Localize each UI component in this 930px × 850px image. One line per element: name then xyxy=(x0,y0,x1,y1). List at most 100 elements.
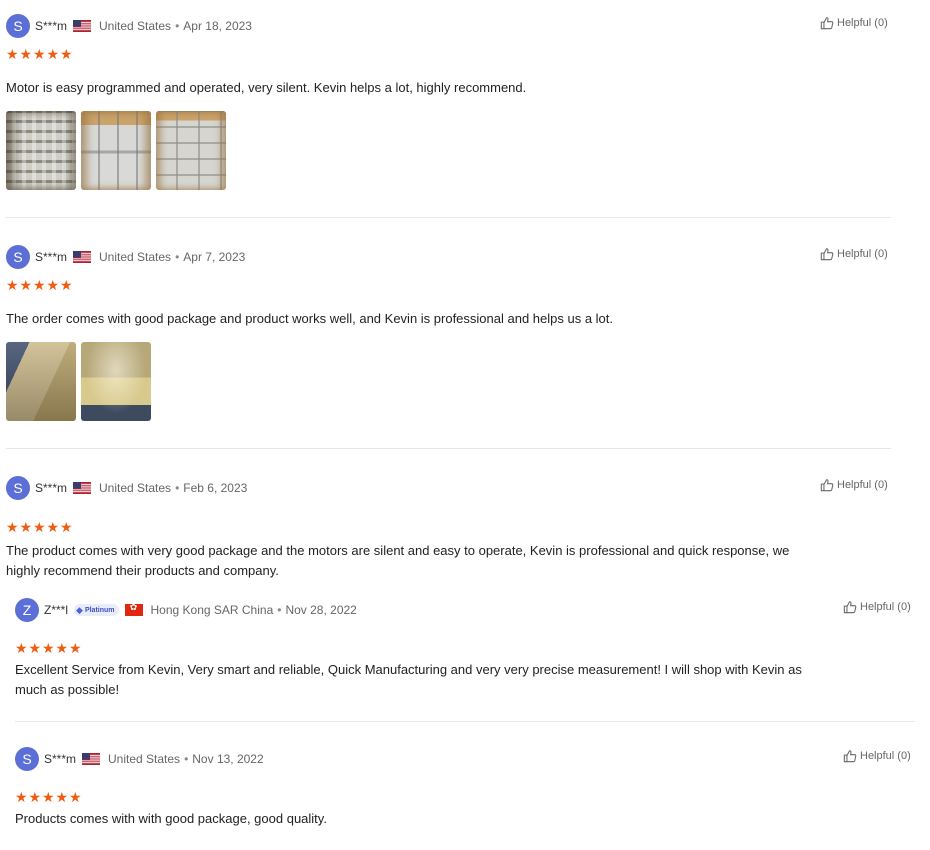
star-icon: ★ xyxy=(19,46,33,62)
review-text-line: much as possible! xyxy=(15,682,120,697)
helpful-button[interactable]: Helpful (0) xyxy=(820,16,888,30)
star-icon: ★ xyxy=(6,46,19,62)
reviewer-country: Hong Kong SAR China xyxy=(150,603,274,617)
separator: • xyxy=(277,603,282,617)
star-icon: ★ xyxy=(15,789,28,805)
review-date: Apr 18, 2023 xyxy=(183,19,252,33)
review-photo[interactable] xyxy=(81,111,151,190)
review-header: Z Z***l ◆ Platinum Hong Kong SAR China •… xyxy=(15,597,357,623)
platinum-badge: ◆ Platinum xyxy=(74,604,119,616)
reviewer-country: United States xyxy=(99,481,172,495)
star-icon: ★ xyxy=(46,519,60,535)
review-photos xyxy=(6,342,156,421)
reviewer-name: S***m xyxy=(35,19,68,33)
review-divider xyxy=(6,217,891,218)
avatar: S xyxy=(6,14,30,38)
diamond-icon: ◆ xyxy=(76,604,83,615)
badge-label: Platinum xyxy=(84,606,115,614)
hong-kong-flag-icon xyxy=(124,602,143,616)
star-icon: ★ xyxy=(60,46,73,62)
star-icon: ★ xyxy=(46,46,60,62)
review-text-line: highly recommend their products and comp… xyxy=(6,563,279,578)
star-rating: ★ ★ ★ ★ ★ xyxy=(15,640,83,656)
us-flag-icon xyxy=(82,753,101,765)
star-rating: ★ ★ ★ ★ ★ xyxy=(6,46,74,62)
star-icon: ★ xyxy=(15,640,28,656)
star-icon: ★ xyxy=(55,789,69,805)
reviewer-name: S***m xyxy=(35,250,68,264)
star-icon: ★ xyxy=(60,277,73,293)
helpful-button[interactable]: Helpful (0) xyxy=(843,600,911,614)
review-date: Feb 6, 2023 xyxy=(183,481,248,495)
review-header: S S***m United States • Apr 7, 2023 xyxy=(6,244,245,270)
review-text: Products comes with with good package, g… xyxy=(15,811,327,826)
us-flag-icon xyxy=(73,251,92,263)
review-card: S S***m United States • Feb 6, 2023 Help… xyxy=(6,475,890,585)
star-icon: ★ xyxy=(28,640,42,656)
star-icon: ★ xyxy=(42,789,55,805)
thumbs-up-icon xyxy=(820,479,834,492)
helpful-count: Helpful (0) xyxy=(837,479,888,491)
review-photo[interactable] xyxy=(6,342,76,421)
star-icon: ★ xyxy=(69,789,82,805)
star-icon: ★ xyxy=(42,640,55,656)
star-icon: ★ xyxy=(19,277,33,293)
reviewer-name: S***m xyxy=(44,752,77,766)
star-icon: ★ xyxy=(69,640,82,656)
review-photos xyxy=(6,111,231,190)
us-flag-icon xyxy=(73,20,92,32)
review-text: The order comes with good package and pr… xyxy=(6,311,614,326)
star-icon: ★ xyxy=(60,519,73,535)
star-rating: ★ ★ ★ ★ ★ xyxy=(6,277,74,293)
avatar: S xyxy=(15,747,39,771)
avatar: S xyxy=(6,245,30,269)
reviewer-name: Z***l xyxy=(44,603,69,617)
review-header: S S***m United States • Feb 6, 2023 xyxy=(6,475,247,501)
reviewer-name: S***m xyxy=(35,481,68,495)
review-photo[interactable] xyxy=(156,111,226,190)
review-date: Nov 28, 2022 xyxy=(285,603,357,617)
avatar: Z xyxy=(15,598,39,622)
review-text: Excellent Service from Kevin, Very smart… xyxy=(15,660,802,700)
star-icon: ★ xyxy=(33,46,46,62)
star-icon: ★ xyxy=(28,789,42,805)
separator: • xyxy=(175,250,180,264)
review-date: Apr 7, 2023 xyxy=(183,250,246,264)
review-card: S S***m United States • Apr 18, 2023 Hel… xyxy=(6,13,890,203)
separator: • xyxy=(184,752,189,766)
thumbs-up-icon xyxy=(843,601,857,614)
helpful-count: Helpful (0) xyxy=(860,601,911,613)
avatar: S xyxy=(6,476,30,500)
thumbs-up-icon xyxy=(843,750,857,763)
review-date: Nov 13, 2022 xyxy=(192,752,264,766)
star-rating: ★ ★ ★ ★ ★ xyxy=(6,519,74,535)
star-icon: ★ xyxy=(46,277,60,293)
reviewer-country: United States xyxy=(99,250,172,264)
thumbs-up-icon xyxy=(820,17,834,30)
thumbs-up-icon xyxy=(820,248,834,261)
review-divider xyxy=(6,448,891,449)
star-icon: ★ xyxy=(33,519,46,535)
helpful-count: Helpful (0) xyxy=(837,17,888,29)
review-header: S S***m United States • Nov 13, 2022 xyxy=(15,746,264,772)
star-icon: ★ xyxy=(19,519,33,535)
helpful-button[interactable]: Helpful (0) xyxy=(820,247,888,261)
helpful-button[interactable]: Helpful (0) xyxy=(843,749,911,763)
review-photo[interactable] xyxy=(81,342,151,421)
helpful-count: Helpful (0) xyxy=(860,750,911,762)
review-text: The product comes with very good package… xyxy=(6,541,789,581)
review-header: S S***m United States • Apr 18, 2023 xyxy=(6,13,252,39)
star-icon: ★ xyxy=(55,640,69,656)
review-divider xyxy=(15,721,915,722)
star-rating: ★ ★ ★ ★ ★ xyxy=(15,789,83,805)
review-card: S S***m United States • Apr 7, 2023 Help… xyxy=(6,244,890,434)
helpful-count: Helpful (0) xyxy=(837,248,888,260)
review-photo[interactable] xyxy=(6,111,76,190)
review-card: S S***m United States • Nov 13, 2022 Hel… xyxy=(15,746,915,836)
helpful-button[interactable]: Helpful (0) xyxy=(820,478,888,492)
review-text-line: Excellent Service from Kevin, Very smart… xyxy=(15,662,802,677)
review-text-line: The product comes with very good package… xyxy=(6,543,790,558)
separator: • xyxy=(175,481,180,495)
separator: • xyxy=(175,19,180,33)
reviewer-country: United States xyxy=(108,752,181,766)
